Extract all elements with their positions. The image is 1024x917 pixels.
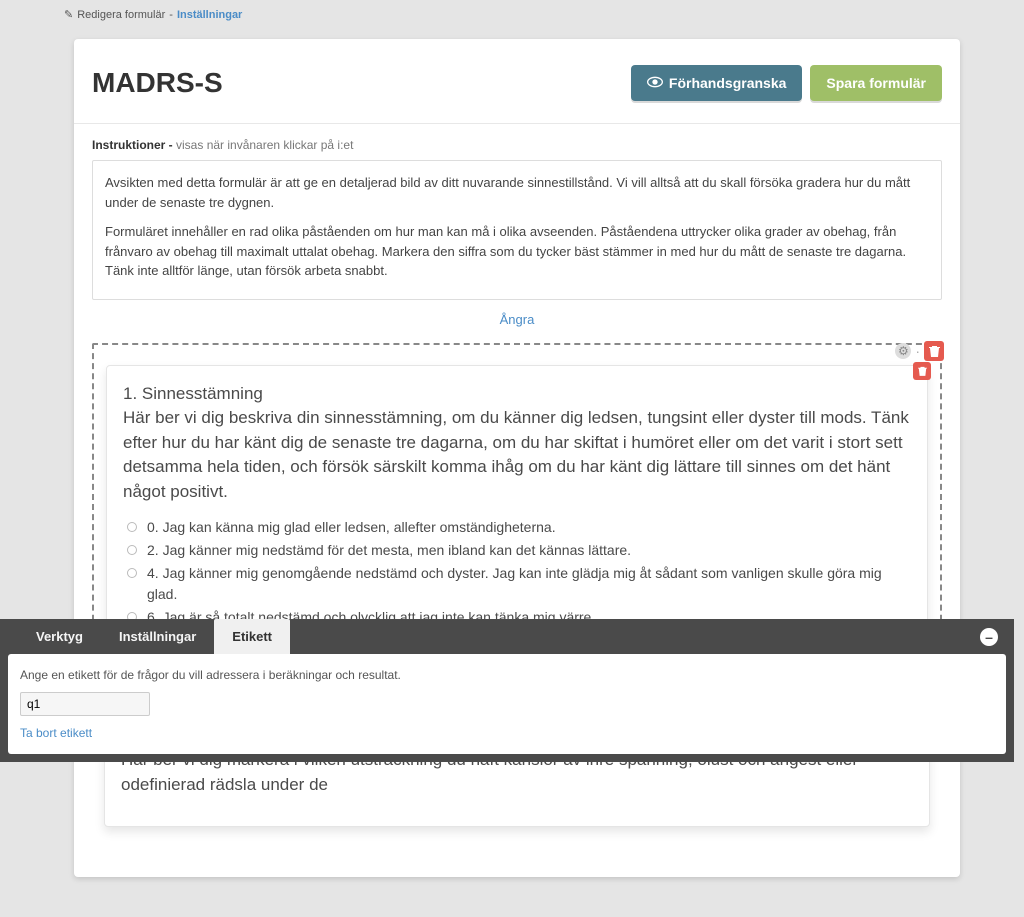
pencil-icon: ✎ [64, 8, 73, 21]
question-heading: 1. Sinnesstämning Här ber vi dig beskriv… [123, 382, 911, 505]
eye-icon [647, 75, 663, 91]
trash-icon[interactable] [924, 341, 944, 361]
radio-icon[interactable] [127, 522, 137, 532]
remove-label-link[interactable]: Ta bort etikett [20, 726, 994, 740]
save-button[interactable]: Spara formulär [810, 65, 942, 101]
label-input[interactable] [20, 692, 150, 716]
trash-icon[interactable] [913, 362, 931, 380]
instructions-heading: Instruktioner - visas när invånaren klic… [74, 124, 960, 158]
gear-icon[interactable]: ⚙ [895, 343, 911, 359]
question-options: 0. Jag kan känna mig glad eller ledsen, … [123, 517, 911, 628]
preview-button[interactable]: Förhandsgranska [631, 65, 802, 101]
tab-tools[interactable]: Verktyg [18, 619, 101, 654]
panel-body: Ange en etikett för de frågor du vill ad… [8, 654, 1006, 754]
breadcrumb: ✎ Redigera formulär - Inställningar [0, 0, 1024, 29]
tab-settings[interactable]: Inställningar [101, 619, 214, 654]
question-block-1[interactable]: ⚙ · 1. Sinnesstämning Här ber vi dig bes… [92, 343, 942, 661]
form-header: MADRS-S Förhandsgranska Spara formulär [74, 39, 960, 124]
radio-icon[interactable] [127, 545, 137, 555]
page-title: MADRS-S [92, 67, 223, 99]
question-card-1: 1. Sinnesstämning Här ber vi dig beskriv… [106, 365, 928, 647]
radio-icon[interactable] [127, 568, 137, 578]
breadcrumb-settings-link[interactable]: Inställningar [177, 9, 242, 21]
instructions-p1: Avsikten med detta formulär är att ge en… [105, 173, 929, 212]
instructions-p2: Formuläret innehåller en rad olika påstå… [105, 222, 929, 281]
breadcrumb-edit: Redigera formulär [77, 9, 165, 21]
undo-link[interactable]: Ångra [74, 308, 960, 335]
panel-desc: Ange en etikett för de frågor du vill ad… [20, 668, 994, 682]
collapse-icon[interactable]: – [980, 628, 998, 646]
instructions-box[interactable]: Avsikten med detta formulär är att ge en… [92, 160, 942, 300]
bottom-panel: Verktyg Inställningar Etikett – Ange en … [0, 619, 1014, 762]
tab-label[interactable]: Etikett [214, 619, 290, 654]
